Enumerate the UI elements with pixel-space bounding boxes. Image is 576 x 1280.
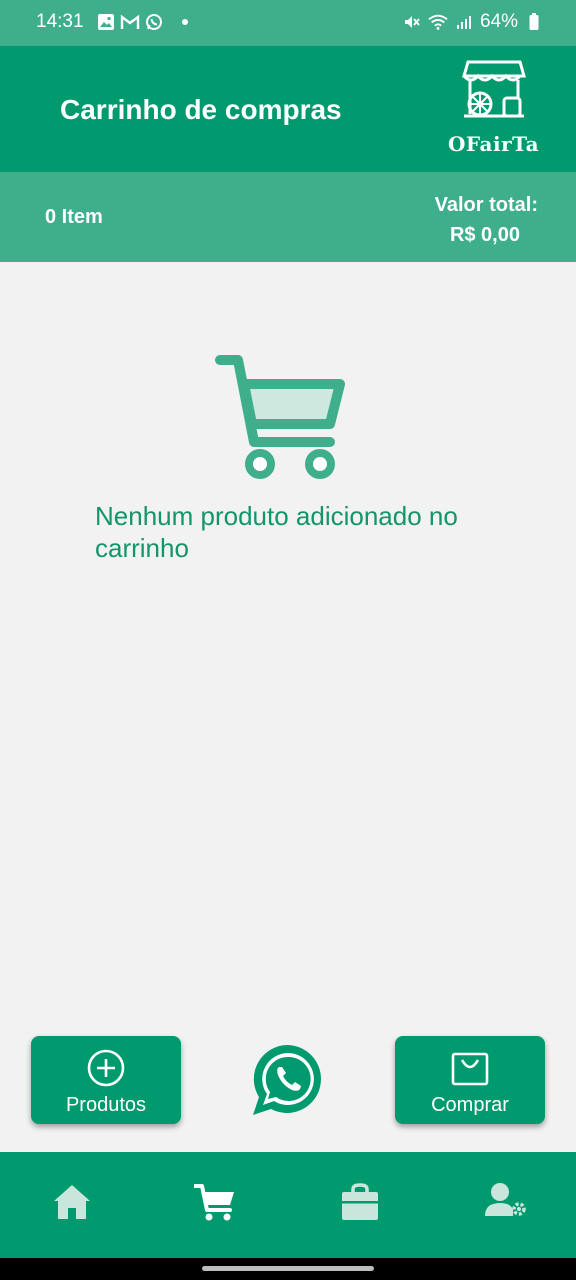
wifi-icon [428,12,448,32]
shopping-bag-icon [342,1183,378,1220]
gesture-area [0,1258,576,1280]
status-right-icons: 64% [402,11,544,33]
status-left-icons [96,12,188,32]
buy-button[interactable]: Comprar [395,1036,545,1124]
logo-text: OFairTa [448,132,540,156]
total-label: Valor total: [434,194,538,216]
status-time: 14:31 [36,11,84,32]
plus-circle-icon [87,1049,125,1087]
app-logo[interactable]: OFairTa [444,58,544,158]
page-title: Carrinho de compras [60,94,342,125]
empty-cart-message: Nenhum produto adicionado no carrinho [95,501,458,563]
status-bar: 14:31 64% [0,0,576,46]
whatsapp-icon [253,1044,321,1115]
mute-icon [402,12,422,32]
nav-profile[interactable] [484,1182,526,1222]
total-value: R$ 0,00 [449,224,520,246]
nav-cart[interactable] [193,1182,234,1222]
nav-orders[interactable] [340,1182,380,1222]
notification-dot [182,19,188,25]
item-count: 0 Item [45,206,103,228]
whatsapp-icon [144,12,164,32]
home-icon [54,1185,90,1219]
gallery-icon [96,12,116,32]
cart-icon [193,1184,234,1221]
bag-icon [451,1052,489,1086]
buy-button-label: Comprar [431,1094,509,1116]
whatsapp-button[interactable] [250,1042,326,1118]
home-gesture-bar[interactable] [202,1266,374,1271]
bottom-navigation [0,1152,576,1258]
market-stall-icon [462,60,526,118]
cart-icon [215,355,345,479]
battery-percent: 64% [479,11,518,32]
cart-summary: 0 Item Valor total: R$ 0,00 [0,172,576,262]
gmail-icon [120,12,140,32]
battery-icon [524,12,544,32]
signal-icon [454,12,474,32]
products-button-label: Produtos [65,1094,147,1116]
empty-cart-state: Nenhum produto adicionado no carrinho [0,262,576,1152]
products-button[interactable]: Produtos [31,1036,181,1124]
user-settings-icon [485,1183,526,1216]
nav-home[interactable] [52,1182,92,1222]
